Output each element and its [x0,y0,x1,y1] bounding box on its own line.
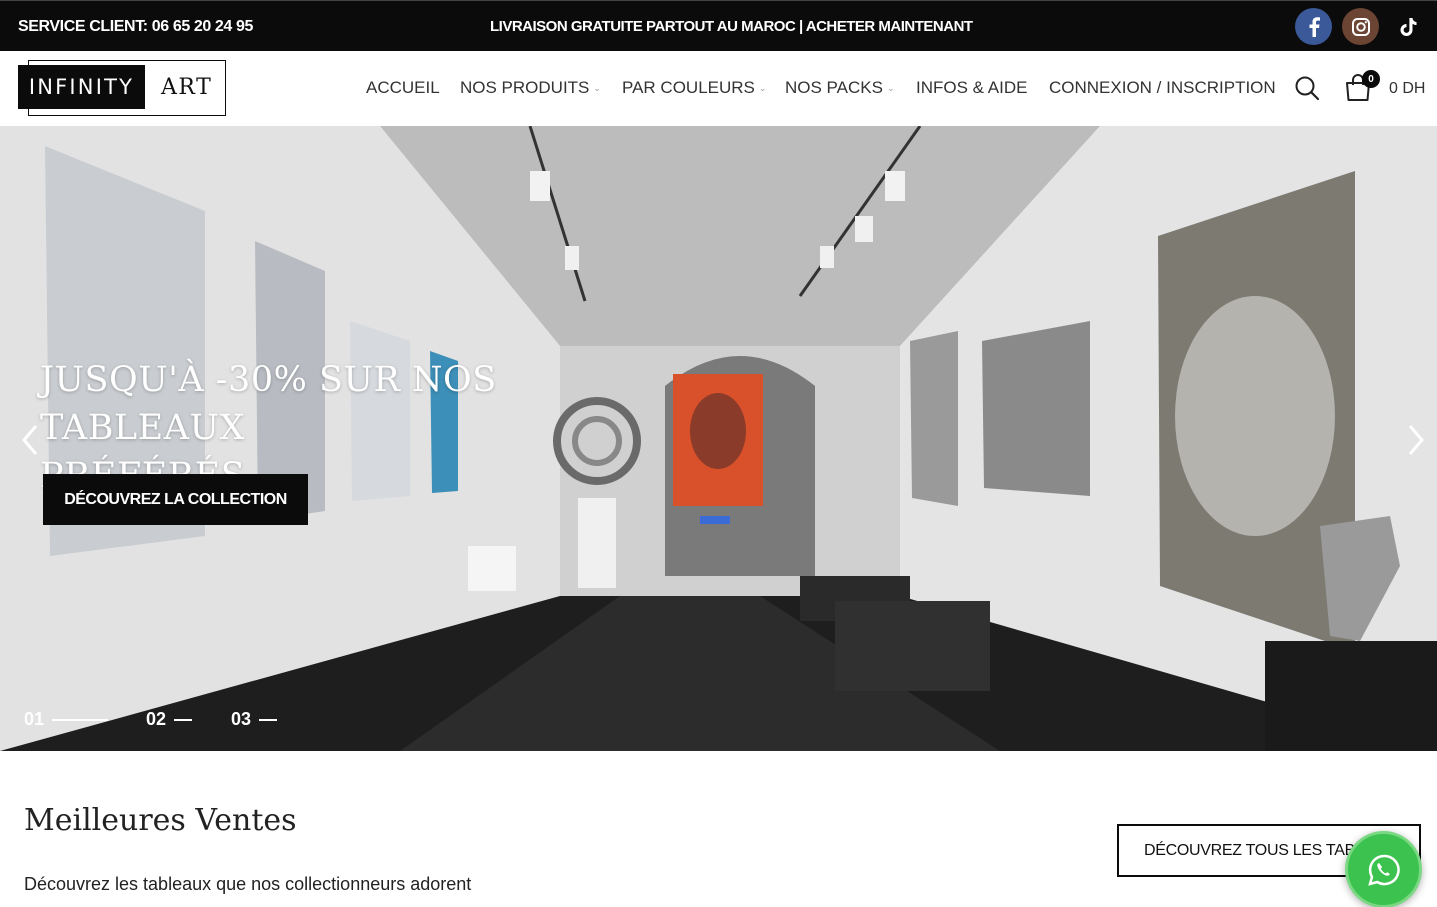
hero-title-line1: JUSQU'À -30% SUR NOS TABLEAUX [40,360,497,448]
bestsellers-subtitle: Découvrez les tableaux que nos collectio… [24,874,472,894]
facebook-icon[interactable] [1295,8,1332,45]
slide-indicator-2[interactable]: 02 [146,709,193,730]
logo-art: ART [161,75,213,100]
chevron-left-icon[interactable] [18,422,42,458]
nav-par-couleurs-label: PAR COULEURS [622,78,755,97]
cart-count-badge: 0 [1362,70,1380,88]
nav-nos-produits-label: NOS PRODUITS [460,78,590,97]
nav-infos-aide-label: INFOS & AIDE [916,78,1028,97]
shipping-promo[interactable]: LIVRAISON GRATUITE PARTOUT AU MAROC | AC… [490,18,973,35]
nav-nos-packs-label: NOS PACKS [785,78,883,97]
nav-infos-aide[interactable]: INFOS & AIDE [916,78,1027,98]
logo-infinity: INFINITY [18,65,145,109]
whatsapp-icon [1367,854,1400,886]
slide-progress-line [52,718,109,721]
slide-indicator-3[interactable]: 03 [231,709,278,730]
nav-accueil-label: ACCUEIL [366,78,440,97]
search-icon[interactable] [1294,75,1320,101]
nav-connexion[interactable]: CONNEXION / INSCRIPTION [1049,78,1276,98]
nav-nos-produits[interactable]: NOS PRODUITS ⌄ [460,78,601,98]
hero-slider: JUSQU'À -30% SUR NOS TABLEAUX PRÉFÉRÉS D… [0,126,1437,751]
instagram-icon[interactable] [1342,8,1379,45]
nav-par-couleurs[interactable]: PAR COULEURS ⌄ [622,78,766,98]
nav-accueil[interactable]: ACCUEIL [366,78,440,98]
slide-indicator-3-label: 03 [231,709,252,729]
cart-total[interactable]: 0 DH [1389,80,1425,98]
nav-nos-packs[interactable]: NOS PACKS ⌄ [785,78,894,98]
tiktok-icon[interactable] [1390,8,1427,45]
chevron-down-icon: ⌄ [886,83,895,93]
chevron-down-icon: ⌄ [758,83,767,93]
nav-connexion-label: CONNEXION / INSCRIPTION [1049,78,1276,97]
slide-progress-line [259,718,278,721]
bestsellers-title: Meilleures Ventes [24,803,297,838]
chevron-down-icon: ⌄ [593,83,601,93]
chevron-right-icon[interactable] [1404,422,1428,458]
slide-indicator-1[interactable]: 01 [24,709,109,730]
whatsapp-button[interactable] [1345,831,1422,907]
site-logo[interactable]: INFINITY ART [18,60,226,116]
discover-collection-button[interactable]: DÉCOUVREZ LA COLLECTION [43,474,308,525]
main-header: INFINITY ART ACCUEIL NOS PRODUITS ⌄ PAR C… [0,51,1437,126]
service-phone[interactable]: SERVICE CLIENT: 06 65 20 24 95 [18,18,253,36]
slide-indicator-1-label: 01 [24,709,45,729]
slide-progress-line [174,718,193,721]
slide-indicator-2-label: 02 [146,709,167,729]
top-bar: SERVICE CLIENT: 06 65 20 24 95 LIVRAISON… [0,0,1437,51]
